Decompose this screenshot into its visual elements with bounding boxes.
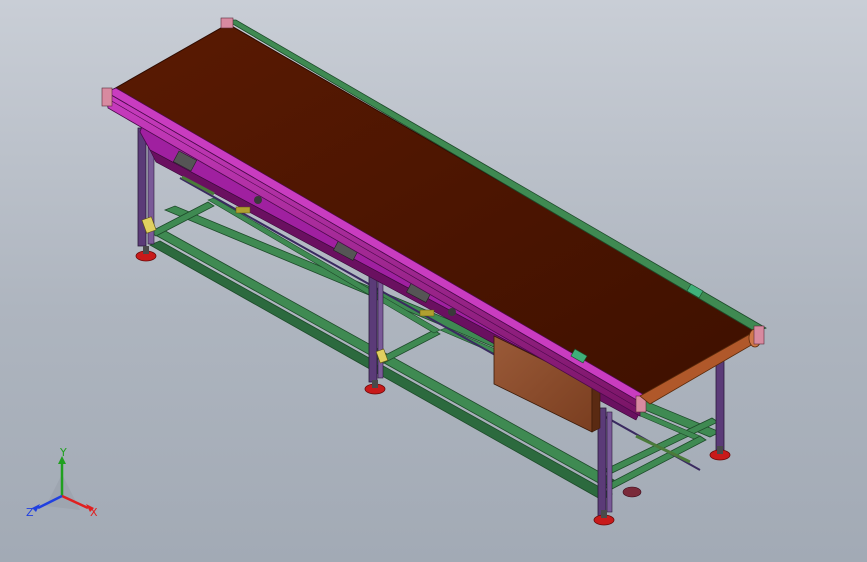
z-axis-label: Z [26,506,34,519]
conveyor-model[interactable] [0,0,867,562]
y-axis-label: Y [59,446,67,459]
orientation-triad[interactable]: Y X Z [22,446,112,526]
conveyor-belt [110,23,762,399]
cad-viewport[interactable]: Y X Z [0,0,867,562]
x-axis-label: X [90,506,98,519]
